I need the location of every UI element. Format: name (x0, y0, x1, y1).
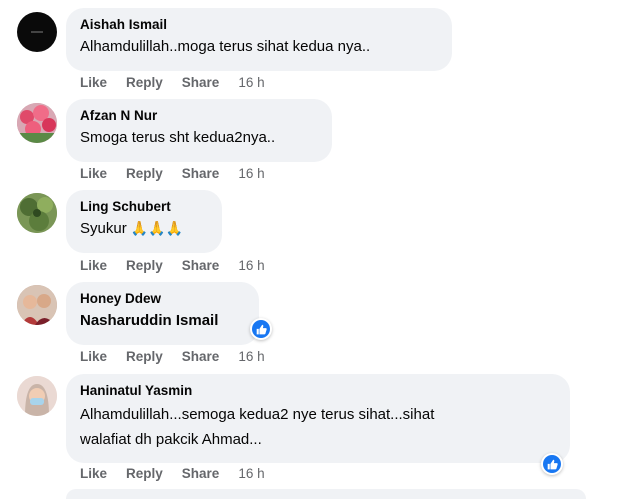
comment-text-line: walafiat dh pakcik Ahmad... (80, 431, 262, 448)
thumbs-up-icon (256, 324, 267, 334)
reply-button[interactable]: Reply (126, 349, 163, 364)
comment-actions: Like Reply Share 16 h (80, 166, 265, 181)
share-button[interactable]: Share (182, 166, 220, 181)
avatar[interactable] (17, 103, 57, 143)
reply-button[interactable]: Reply (126, 466, 163, 481)
comment-actions: Like Reply Share 16 h (80, 466, 265, 481)
timestamp[interactable]: 16 h (238, 349, 264, 364)
comment-text-line: Alhamdulillah...semoga kedua2 nye terus … (80, 406, 435, 423)
reply-button[interactable]: Reply (126, 166, 163, 181)
comment-actions: Like Reply Share 16 h (80, 258, 265, 273)
comment-bubble: Aishah Ismail Alhamdulillah..moga terus … (66, 8, 452, 71)
like-button[interactable]: Like (80, 166, 107, 181)
comment-bubble: Ling Schubert Syukur 🙏🙏🙏 (66, 190, 222, 253)
praying-hands-emoji: 🙏🙏🙏 (130, 220, 183, 236)
avatar[interactable] (17, 285, 57, 325)
avatar-image (17, 103, 57, 143)
avatar[interactable] (17, 193, 57, 233)
reaction-count[interactable] (250, 318, 272, 340)
like-button[interactable]: Like (80, 349, 107, 364)
share-button[interactable]: Share (182, 466, 220, 481)
comment-text: Nasharuddin Ismail (80, 310, 247, 331)
reaction-count[interactable] (541, 453, 563, 475)
comment-author[interactable]: Aishah Ismail (80, 16, 440, 34)
share-button[interactable]: Share (182, 75, 220, 90)
comment-text: Syukur 🙏🙏🙏 (80, 218, 210, 239)
timestamp[interactable]: 16 h (238, 75, 264, 90)
like-button[interactable]: Like (80, 466, 107, 481)
avatar-image (17, 376, 57, 416)
like-button[interactable]: Like (80, 75, 107, 90)
comment-text: Alhamdulillah..moga terus sihat kedua ny… (80, 38, 371, 55)
timestamp[interactable]: 16 h (238, 258, 264, 273)
mention-link[interactable]: Nasharuddin Ismail (80, 312, 218, 329)
avatar-image (17, 193, 57, 233)
comment-actions: Like Reply Share 16 h (80, 349, 265, 364)
comment-bubble: Afzan N Nur Smoga terus sht kedua2nya.. (66, 99, 332, 162)
avatar[interactable] (17, 376, 57, 416)
like-button[interactable]: Like (80, 258, 107, 273)
comment-bubble: Haninatul Yasmin Alhamdulillah...semoga … (66, 374, 570, 463)
reply-button[interactable]: Reply (126, 258, 163, 273)
share-button[interactable]: Share (182, 349, 220, 364)
share-button[interactable]: Share (182, 258, 220, 273)
comment-bubble: Honey Ddew Nasharuddin Ismail (66, 282, 259, 345)
comment-author[interactable]: Haninatul Yasmin (80, 382, 558, 400)
comment-actions: Like Reply Share 16 h (80, 75, 265, 90)
comment-author[interactable]: Honey Ddew (80, 290, 247, 308)
avatar-image (17, 285, 57, 325)
thumbs-up-icon (547, 459, 558, 469)
comment-text: Smoga terus sht kedua2nya.. (80, 129, 276, 146)
comment-text-body: Syukur (80, 220, 127, 237)
comment-author[interactable]: Afzan N Nur (80, 107, 320, 125)
timestamp[interactable]: 16 h (238, 466, 264, 481)
avatar-image (31, 31, 43, 33)
comment-text: Alhamdulillah...semoga kedua2 nye terus … (80, 402, 558, 452)
comment-author[interactable]: Ling Schubert (80, 198, 210, 216)
timestamp[interactable]: 16 h (238, 166, 264, 181)
avatar[interactable] (17, 12, 57, 52)
reply-button[interactable]: Reply (126, 75, 163, 90)
next-comment-bubble (66, 489, 586, 499)
